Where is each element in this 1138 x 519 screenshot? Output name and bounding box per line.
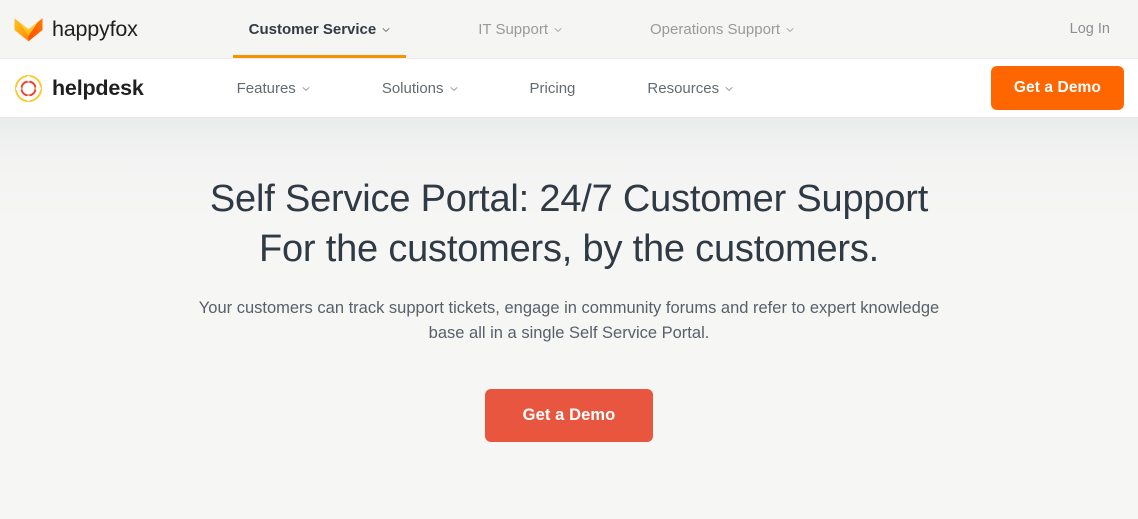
subnav-item-pricing[interactable]: Pricing [530,80,576,97]
subnav-label-resources: Resources [647,79,720,97]
hero-subheading: Your customers can track support tickets… [198,299,940,342]
topnav-item-it-support[interactable]: IT Support [462,0,578,58]
chevron-down-icon [450,85,458,93]
hero-section: Self Service Portal: 24/7 Customer Suppo… [0,118,1138,519]
helpdesk-wordmark: helpdesk [52,75,144,100]
subnav-label-solutions: Solutions [381,79,444,97]
lifebuoy-ring-logo-icon [14,74,43,103]
happyfox-wordmark: happyfox [52,16,138,41]
topnav-label-customer-service: Customer Service [248,20,377,38]
topnav-label-it-support: IT Support [478,20,548,38]
page-root: happyfox Customer Service IT Support Ope… [0,0,1138,519]
chevron-down-icon [302,85,310,93]
chevron-down-icon [725,85,733,93]
topnav-item-customer-service[interactable]: Customer Service [232,0,407,58]
top-navigation-bar: happyfox Customer Service IT Support Ope… [0,0,1138,59]
product-navigation-bar: helpdesk Features Solutions Pricing Reso… [0,59,1138,118]
chevron-down-icon [382,26,390,34]
top-nav-links: Customer Service IT Support Operations S… [232,0,810,58]
subnav-label-pricing: Pricing [529,79,576,97]
subnav-label-features: Features [236,79,296,97]
nav-get-a-demo-button[interactable]: Get a Demo [990,66,1124,110]
topnav-item-operations-support[interactable]: Operations Support [634,0,810,58]
happyfox-logo-link[interactable]: happyfox [14,0,138,58]
hero-get-a-demo-button[interactable]: Get a Demo [484,389,654,442]
topnav-label-operations-support: Operations Support [650,20,781,38]
chevron-down-icon [786,26,794,34]
page-title: Self Service Portal: 24/7 Customer Suppo… [0,174,1138,274]
hero-heading-line-1: Self Service Portal: 24/7 Customer Suppo… [209,178,929,220]
subnav-item-features[interactable]: Features [237,80,310,97]
chevron-down-icon [554,26,562,34]
happyfox-fox-logo-icon [14,17,43,42]
subnav-item-resources[interactable]: Resources [647,80,733,97]
product-nav-links: Features Solutions Pricing Resources [237,80,733,97]
hero-heading-line-2: For the customers, by the customers. [258,228,880,270]
subnav-item-solutions[interactable]: Solutions [382,80,458,97]
login-link[interactable]: Log In [1070,21,1110,37]
helpdesk-logo-link[interactable]: helpdesk [14,74,144,103]
